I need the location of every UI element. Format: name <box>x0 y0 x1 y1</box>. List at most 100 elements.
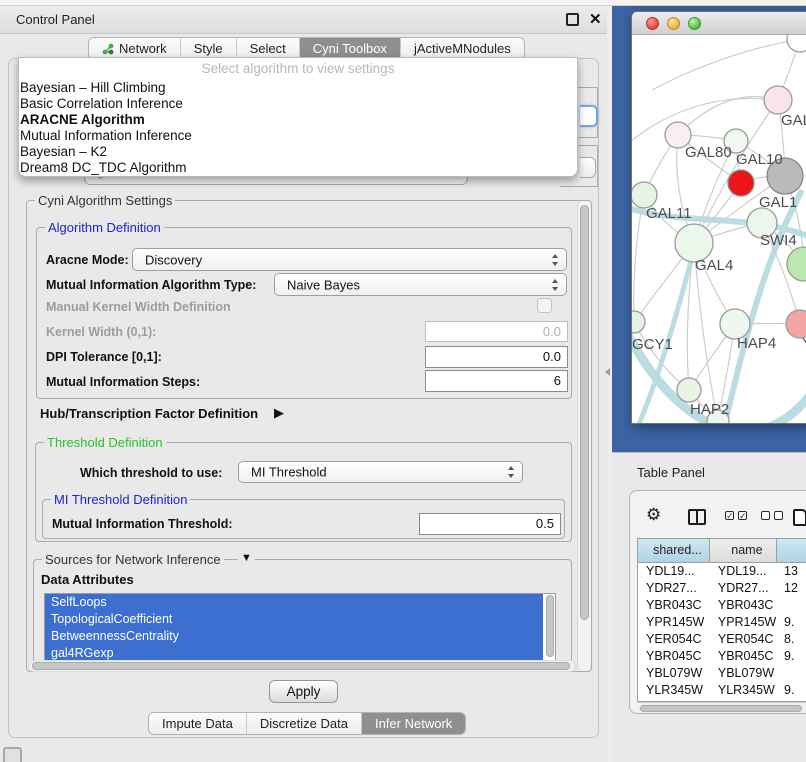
checked-checkbox-icon[interactable]: ✓ <box>725 511 734 520</box>
tab-jactivemnodules[interactable]: jActiveMNodules <box>401 38 524 59</box>
cell: YPR145W <box>638 614 710 631</box>
minimize-traffic-light-icon[interactable] <box>667 17 680 30</box>
cell: YBR043C <box>638 597 710 614</box>
dropdown-item[interactable]: Bayesian – Hill Climbing <box>19 80 577 96</box>
dropdown-item[interactable]: Mutual Information Inference <box>19 128 577 144</box>
dropdown-item[interactable]: Basic Correlation Inference <box>19 96 577 112</box>
table-row[interactable]: YER054CYER054C8. <box>638 631 806 648</box>
unchecked-checkbox-icon[interactable] <box>761 511 770 520</box>
table-row[interactable]: YBR043CYBR043C <box>638 597 806 614</box>
settings-group-title: Cyni Algorithm Settings <box>35 193 175 208</box>
network-icon <box>102 43 114 55</box>
column-header-shared[interactable]: shared... <box>638 539 710 562</box>
list-item-selected[interactable]: SelfLoops <box>45 594 543 611</box>
table-row[interactable]: YDR27...YDR27...12 <box>638 580 806 597</box>
cell: 9. <box>777 614 806 631</box>
node-salmon-right[interactable] <box>786 310 806 338</box>
tab-infer-network[interactable]: Infer Network <box>362 713 465 734</box>
dpi-tolerance-field[interactable]: 0.0 <box>425 346 568 368</box>
cell: YER054C <box>710 631 777 648</box>
table-row[interactable]: YLR345WYLR345W9. <box>638 682 806 699</box>
dropdown-placeholder: Select algorithm to view settings <box>19 61 577 80</box>
cell <box>777 665 806 682</box>
table-hscrollbar[interactable] <box>637 702 806 713</box>
mi-steps-label: Mutual Information Steps: <box>46 375 200 389</box>
node-gal-cut[interactable] <box>764 86 792 114</box>
hub-definition-label[interactable]: Hub/Transcription Factor Definition <box>40 406 258 421</box>
table-hscrollbar-thumb[interactable] <box>640 705 802 712</box>
node-hap2[interactable] <box>677 378 701 402</box>
node-unlabeled-top[interactable] <box>787 35 806 52</box>
cell: 12 <box>777 580 806 597</box>
tab-style[interactable]: Style <box>181 38 237 59</box>
column-header-cut[interactable] <box>777 539 806 562</box>
dropdown-item[interactable]: Dream8 DC_TDC Algorithm <box>19 160 577 176</box>
checked-checkbox-icon[interactable]: ✓ <box>738 511 747 520</box>
network-canvas[interactable]: GAL GAL80 GAL10 GAL1 GAL11 SWI4 GAL4 GCY… <box>632 35 806 424</box>
cell: 9. <box>777 682 806 699</box>
close-icon[interactable]: ✕ <box>589 13 602 26</box>
restore-panel-icon[interactable] <box>3 747 22 762</box>
cell: YBL079W <box>710 665 777 682</box>
dropdown-item[interactable]: Bayesian – K2 <box>19 144 577 160</box>
node-gal1-red[interactable] <box>728 170 754 196</box>
list-item-selected[interactable]: TopologicalCoefficient <box>45 611 543 628</box>
collapsed-triangle-icon[interactable]: ▶ <box>274 405 284 421</box>
table-row[interactable]: YDL19...YDL19...13 <box>638 563 806 580</box>
apply-button[interactable]: Apply <box>269 680 338 703</box>
expanded-triangle-icon[interactable]: ▼ <box>238 552 255 564</box>
splitter-handle-icon[interactable] <box>605 368 610 376</box>
aracne-mode-combobox[interactable]: Discovery <box>132 248 567 271</box>
cell: YBR045C <box>710 648 777 665</box>
zoom-traffic-light-icon[interactable] <box>688 17 701 30</box>
cell: YLR345W <box>638 682 710 699</box>
settings-hscrollbar[interactable] <box>28 660 576 672</box>
cell: YDR27... <box>638 580 710 597</box>
node-label: GAL11 <box>646 205 692 222</box>
file-icon[interactable] <box>793 509 806 526</box>
gear-icon[interactable]: ⚙ <box>646 506 661 523</box>
network-window[interactable]: GAL GAL80 GAL10 GAL1 GAL11 SWI4 GAL4 GCY… <box>631 11 806 424</box>
tab-cyni-toolbox[interactable]: Cyni Toolbox <box>300 38 401 59</box>
manual-kernel-checkbox[interactable] <box>537 298 552 313</box>
tab-impute-data[interactable]: Impute Data <box>149 713 247 734</box>
kernel-width-label: Kernel Width (0,1): <box>46 325 156 339</box>
tab-discretize-data[interactable]: Discretize Data <box>247 713 362 734</box>
node-label: HAP2 <box>690 401 729 418</box>
which-threshold-combobox[interactable]: MI Threshold <box>238 461 523 483</box>
settings-scrollbar[interactable] <box>577 201 591 671</box>
list-item-selected[interactable]: gal4RGexp <box>45 645 543 661</box>
cell: YDL19... <box>638 563 710 580</box>
list-item-selected[interactable]: BetweennessCentrality <box>45 628 543 645</box>
aracne-mode-value: Discovery <box>145 252 202 267</box>
node-gcy1[interactable] <box>632 311 645 333</box>
restore-window-icon[interactable] <box>566 13 579 26</box>
mi-steps-field[interactable]: 6 <box>425 370 568 392</box>
unchecked-checkbox-icon[interactable] <box>774 511 783 520</box>
cell: YDL19... <box>710 563 777 580</box>
settings-scrollbar-thumb[interactable] <box>580 205 589 620</box>
node-green-right[interactable] <box>787 247 806 281</box>
table-row[interactable]: YBL079WYBL079W <box>638 665 806 682</box>
mi-threshold-definition-title: MI Threshold Definition <box>51 492 190 507</box>
tab-select[interactable]: Select <box>237 38 300 59</box>
node-label: GCY1 <box>632 336 673 353</box>
attribute-list-scrollbar-thumb[interactable] <box>546 595 554 657</box>
table-data-combo-fragment[interactable] <box>580 157 596 178</box>
table-row[interactable]: YPR145WYPR145W9. <box>638 614 806 631</box>
kernel-width-field[interactable]: 0.0 <box>425 321 568 342</box>
network-window-titlebar[interactable] <box>632 12 806 35</box>
close-traffic-light-icon[interactable] <box>646 17 659 30</box>
dropdown-item-aracne[interactable]: ARACNE Algorithm <box>19 112 577 128</box>
mi-algorithm-type-combobox[interactable]: Naive Bayes <box>274 273 567 296</box>
split-view-icon[interactable] <box>688 509 706 525</box>
node-label: SWI4 <box>760 232 797 249</box>
table-row[interactable]: YBR045CYBR045C9. <box>638 648 806 665</box>
algorithm-combo-focus-fragment[interactable] <box>580 105 598 127</box>
column-header-name[interactable]: name <box>710 539 777 562</box>
cell: 13 <box>777 563 806 580</box>
cell: YLR345W <box>710 682 777 699</box>
settings-hscrollbar-thumb[interactable] <box>32 662 570 670</box>
tab-network[interactable]: Network <box>89 38 181 59</box>
mi-threshold-field[interactable]: 0.5 <box>419 513 561 535</box>
